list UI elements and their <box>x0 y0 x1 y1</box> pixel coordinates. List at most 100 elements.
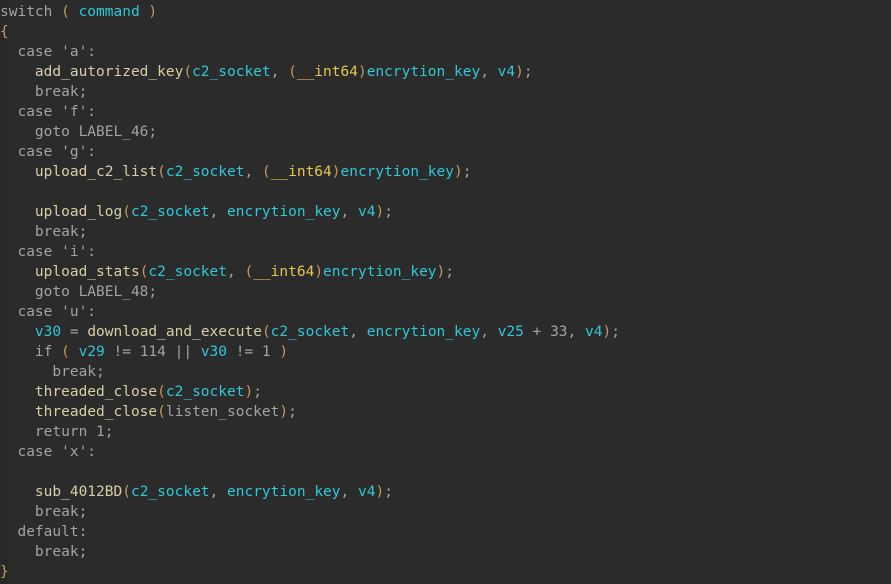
code-line[interactable]: case 'x': <box>0 442 891 462</box>
code-line[interactable]: upload_c2_list(c2_socket, (__int64)encry… <box>0 162 891 182</box>
code-line[interactable] <box>0 182 891 202</box>
code-token: break; <box>0 84 88 100</box>
code-token: , <box>244 164 262 180</box>
code-token: encrytion_key <box>227 484 341 500</box>
code-token: ( <box>261 324 271 340</box>
code-line[interactable]: return 1; <box>0 422 891 442</box>
code-token: ( <box>61 4 70 20</box>
code-token: ) <box>279 404 289 420</box>
code-token: case 'g': <box>0 144 97 160</box>
code-token: ; <box>462 164 472 180</box>
code-token: sub_4012BD <box>34 484 123 500</box>
code-line[interactable]: case 'a': <box>0 42 891 62</box>
code-token: ( <box>288 64 297 80</box>
code-token: c2_socket <box>148 264 227 280</box>
code-token: , <box>340 204 358 220</box>
code-line[interactable]: case 'u': <box>0 302 891 322</box>
code-line[interactable]: break; <box>0 502 891 522</box>
code-token: ( <box>183 64 193 80</box>
code-token: v30 <box>34 324 62 340</box>
code-line[interactable]: default: <box>0 522 891 542</box>
code-token: upload_stats <box>34 264 140 280</box>
code-token: ( <box>244 264 254 280</box>
code-token: if <box>0 344 62 360</box>
code-line[interactable]: goto LABEL_48; <box>0 282 891 302</box>
code-token: case 'f': <box>0 104 97 120</box>
code-token: ( <box>157 404 166 420</box>
code-line[interactable]: break; <box>0 82 891 102</box>
code-token: ) <box>375 204 385 220</box>
code-token: ; <box>288 404 297 420</box>
code-token: command <box>78 4 140 20</box>
code-token: c2_socket <box>130 204 210 220</box>
code-token: ) <box>515 64 524 80</box>
code-line[interactable]: break; <box>0 362 891 382</box>
code-token: c2_socket <box>130 484 210 500</box>
code-token: ; <box>384 204 393 220</box>
code-line[interactable]: threaded_close(c2_socket); <box>0 382 891 402</box>
code-line[interactable]: case 'i': <box>0 242 891 262</box>
code-line[interactable]: upload_log(c2_socket, encrytion_key, v4)… <box>0 202 891 222</box>
code-token: __int64 <box>253 264 315 280</box>
code-token: v29 <box>78 344 105 360</box>
code-token: ) <box>148 4 158 20</box>
code-token: v4 <box>585 324 603 340</box>
code-token: ) <box>244 384 254 400</box>
code-token: v25 <box>497 324 524 340</box>
code-token: ( <box>122 204 131 220</box>
code-token: add_autorized_key <box>34 64 184 80</box>
code-token: case 'a': <box>0 44 97 60</box>
code-line[interactable]: break; <box>0 542 891 562</box>
code-token: ; <box>253 384 262 400</box>
code-line[interactable]: } <box>0 562 891 582</box>
code-lines-container[interactable]: switch ( command ) { case 'a': add_autori… <box>0 0 891 582</box>
code-token: ) <box>279 344 289 360</box>
code-token: , <box>209 484 228 500</box>
code-line[interactable] <box>0 462 891 482</box>
code-token: threaded_close <box>34 404 158 420</box>
code-token: encrytion_key <box>323 264 437 280</box>
code-line[interactable]: break; <box>0 222 891 242</box>
code-token: encrytion_key <box>366 324 481 340</box>
code-token: , <box>480 324 498 340</box>
code-token: goto LABEL_46; <box>0 124 158 140</box>
code-token: = <box>61 324 88 340</box>
code-token: , <box>227 264 245 280</box>
code-token: != 1 <box>227 344 280 360</box>
code-token: v4 <box>497 64 516 80</box>
code-token: v4 <box>357 484 376 500</box>
code-token: } <box>0 564 9 580</box>
code-token: ; <box>384 484 393 500</box>
code-line[interactable]: { <box>0 22 891 42</box>
code-token: ) <box>602 324 612 340</box>
code-line[interactable]: if ( v29 != 114 || v30 != 1 ) <box>0 342 891 362</box>
code-token: break; <box>0 364 105 380</box>
code-line[interactable]: sub_4012BD(c2_socket, encrytion_key, v4)… <box>0 482 891 502</box>
code-line[interactable]: case 'g': <box>0 142 891 162</box>
code-line[interactable]: upload_stats(c2_socket, (__int64)encryti… <box>0 262 891 282</box>
code-token: v4 <box>357 204 376 220</box>
decompiler-code-view[interactable]: switch ( command ) { case 'a': add_autori… <box>0 0 891 584</box>
code-line[interactable]: goto LABEL_46; <box>0 122 891 142</box>
code-token: , <box>349 324 367 340</box>
code-line[interactable]: threaded_close(listen_socket); <box>0 402 891 422</box>
code-token: != 114 || <box>104 344 201 360</box>
code-token: c2_socket <box>270 324 350 340</box>
code-token: break; <box>0 504 88 520</box>
code-line[interactable]: switch ( command ) <box>0 2 891 22</box>
code-token: encrytion_key <box>227 204 341 220</box>
code-line[interactable]: add_autorized_key(c2_socket, (__int64)en… <box>0 62 891 82</box>
code-token: case 'x': <box>0 444 97 460</box>
code-token: download_and_execute <box>87 324 262 340</box>
code-token: + 33, <box>523 324 585 340</box>
code-line[interactable]: case 'f': <box>0 102 891 122</box>
code-token: __int64 <box>296 64 358 80</box>
code-token: v30 <box>200 344 228 360</box>
code-line[interactable]: v30 = download_and_execute(c2_socket, en… <box>0 322 891 342</box>
code-token: ( <box>61 344 70 360</box>
